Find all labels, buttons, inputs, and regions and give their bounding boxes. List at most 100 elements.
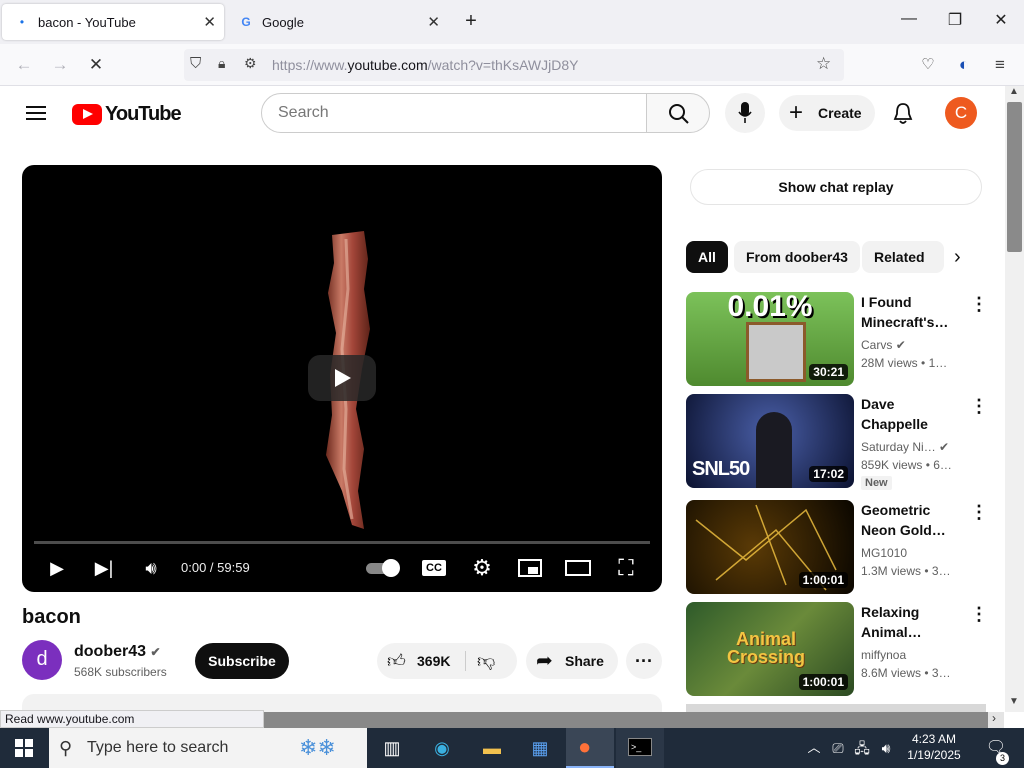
autoplay-toggle[interactable] [366, 555, 400, 581]
view-count: 8.6M views [861, 666, 922, 680]
volume-icon[interactable]: 🔊︎ [138, 555, 164, 581]
vertical-scroll-thumb[interactable] [1007, 102, 1022, 252]
recommendation-item[interactable]: 1:00:01 Geometric Neon Gold… MG1010 1.3M… [686, 500, 988, 596]
recommendation-title[interactable]: Geometric Neon Gold… [861, 500, 961, 540]
share-button[interactable]: ➦ Share [526, 643, 618, 679]
pocket-icon[interactable]: ♡ [914, 52, 942, 78]
snowflakes-icon: ❄❄ [299, 735, 336, 760]
horizontal-scroll-thumb[interactable] [264, 712, 988, 728]
guide-menu-icon[interactable] [26, 102, 46, 124]
recommendation-title[interactable]: Relaxing Animal… [861, 602, 961, 642]
recommendation-item[interactable]: SNL50 17:02 Dave Chappelle Stand-Up… Sat… [686, 394, 988, 490]
file-explorer-icon[interactable]: ▬ [478, 735, 506, 761]
recommendation-meta: 28M views • 1… [861, 356, 948, 370]
terminal-icon: >_ [628, 738, 652, 756]
theater-mode-icon[interactable] [564, 555, 592, 581]
forward-icon[interactable]: → [46, 52, 74, 78]
create-button[interactable]: + Create [779, 95, 875, 131]
thumbs-down-icon[interactable]: 👎︎ [477, 643, 495, 679]
app-menu-icon[interactable]: ≡ [986, 52, 1014, 78]
back-icon[interactable]: ← [10, 52, 38, 78]
next-video-icon[interactable]: ▶| [92, 555, 116, 581]
channel-text: Carvs [861, 338, 893, 352]
notifications-bell-icon[interactable] [892, 102, 914, 126]
chip-related[interactable]: Related [862, 241, 944, 273]
settings-gear-icon[interactable]: ⚙ [468, 555, 496, 581]
action-menu-icon[interactable]: ⋮ [970, 604, 988, 625]
account-extension-icon[interactable]: ◐ [950, 52, 978, 78]
big-play-button[interactable] [308, 355, 376, 401]
chip-from-channel[interactable]: From doober43 [734, 241, 860, 273]
tab-youtube[interactable]: • bacon - YouTube ✕ [2, 4, 224, 40]
video-duration: 17:02 [809, 466, 848, 482]
system-clock[interactable]: 4:23 AM 1/19/2025 [894, 731, 974, 763]
close-window-icon[interactable]: ✕ [986, 10, 1016, 34]
permissions-icon[interactable]: ⚙ [244, 55, 257, 72]
address-bar[interactable]: ⛉ 🔒︎ ⚙ https://www.youtube.com/watch?v=t… [184, 49, 844, 81]
video-thumbnail[interactable]: SNL50 17:02 [686, 394, 854, 488]
voice-search-button[interactable] [725, 93, 765, 133]
scroll-right-icon[interactable]: › [992, 711, 996, 725]
fullscreen-icon[interactable]: ⛶ [612, 555, 640, 581]
recommendation-item[interactable]: 0.01% 30:21 I Found Minecraft's… Carvs ✔… [686, 292, 988, 388]
url-text[interactable]: https://www.youtube.com/watch?v=thKsAWJj… [272, 57, 578, 73]
subscriber-count: 568K subscribers [74, 665, 167, 679]
scroll-down-icon[interactable]: ▼ [1009, 696, 1019, 707]
tab-title: Google [262, 14, 304, 30]
minimize-icon[interactable]: — [894, 10, 924, 34]
video-thumbnail[interactable]: Animal Crossing 1:00:01 [686, 602, 854, 696]
miniplayer-icon[interactable] [516, 555, 544, 581]
recommendation-channel[interactable]: Carvs ✔ [861, 338, 906, 352]
close-tab-icon[interactable]: ✕ [203, 13, 216, 31]
recommendation-title[interactable]: I Found Minecraft's… [861, 292, 961, 332]
lock-icon[interactable]: 🔒︎ [218, 55, 225, 72]
channel-name[interactable]: doober43 ✔ [74, 643, 161, 661]
action-menu-icon[interactable]: ⋮ [970, 294, 988, 315]
firefox-taskbar-button[interactable]: ● [566, 728, 614, 768]
search-button[interactable] [646, 93, 710, 133]
progress-bar[interactable] [34, 541, 650, 544]
stop-loading-icon[interactable]: ✕ [82, 52, 110, 78]
like-count[interactable]: 369K [417, 643, 450, 679]
tab-google[interactable]: G Google ✕ [226, 4, 448, 40]
terminal-taskbar-button[interactable]: >_ [616, 728, 664, 768]
action-menu-icon[interactable]: ⋮ [970, 396, 988, 417]
windows-start-icon[interactable] [15, 739, 33, 757]
video-thumbnail[interactable]: 0.01% 30:21 [686, 292, 854, 386]
maximize-icon[interactable]: ❐ [940, 10, 970, 34]
new-tab-icon[interactable]: + [456, 10, 486, 34]
show-chat-replay-button[interactable]: Show chat replay [690, 169, 982, 205]
recommendation-channel[interactable]: miffynoa [861, 648, 906, 662]
close-tab-icon[interactable]: ✕ [427, 13, 440, 31]
subtitles-cc-icon[interactable]: CC [422, 560, 446, 576]
action-menu-icon[interactable]: ⋮ [970, 502, 988, 523]
more-actions-icon[interactable]: ··· [626, 643, 662, 679]
chip-all[interactable]: All [686, 241, 728, 273]
video-thumbnail[interactable]: 1:00:01 [686, 500, 854, 594]
upload-age: 3… [931, 564, 951, 578]
video-player[interactable]: ▶ ▶| 🔊︎ 0:00 / 59:59 CC ⚙ ⛶ [22, 165, 662, 592]
chips-next-chevron-icon[interactable]: › [954, 246, 961, 269]
account-avatar[interactable]: C [945, 97, 977, 129]
scroll-up-icon[interactable]: ▲ [1009, 86, 1019, 97]
recommendation-channel[interactable]: MG1010 [861, 546, 907, 560]
youtube-logo[interactable]: YouTube [72, 103, 182, 126]
subscribe-button[interactable]: Subscribe [195, 643, 289, 679]
task-view-icon[interactable]: ▥ [378, 735, 406, 761]
clock-date: 1/19/2025 [907, 748, 961, 762]
tracking-shield-icon[interactable]: ⛉ [190, 55, 201, 72]
thumbs-up-icon[interactable]: 👍︎ [387, 643, 406, 679]
recommendation-channel[interactable]: Saturday Ni… ✔ [861, 440, 949, 454]
channel-avatar[interactable]: d [22, 640, 62, 680]
recommendation-meta: 1.3M views • 3… [861, 564, 951, 578]
upload-age: 1… [928, 356, 948, 370]
edge-browser-icon[interactable]: ◉ [428, 735, 456, 761]
bookmark-star-icon[interactable]: ☆ [816, 54, 831, 74]
taskbar-search-input[interactable]: ⚲ Type here to search ❄❄ [49, 728, 367, 768]
microsoft-store-icon[interactable]: ▦ [526, 735, 554, 761]
play-icon[interactable]: ▶ [46, 555, 68, 581]
verified-badge-icon: ✔ [939, 440, 950, 454]
recommendation-title[interactable]: Dave Chappelle Stand-Up… [861, 394, 961, 434]
recommendation-item[interactable]: Animal Crossing 1:00:01 Relaxing Animal…… [686, 602, 988, 698]
search-input[interactable]: Search [261, 93, 647, 133]
